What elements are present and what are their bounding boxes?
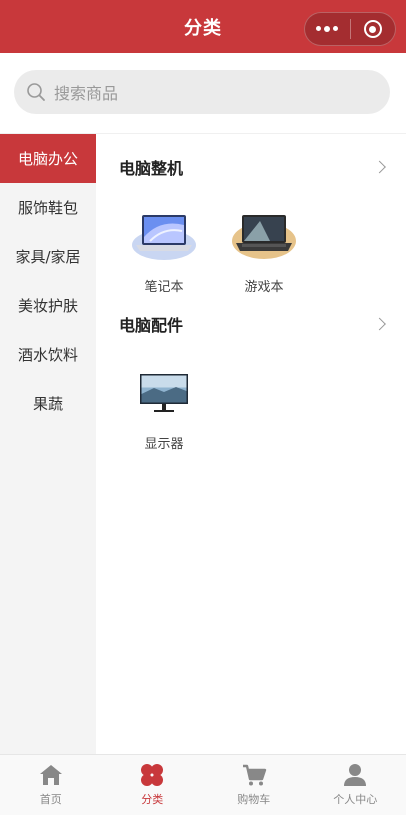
tab-profile[interactable]: 个人中心	[305, 755, 406, 815]
subcategory-laptop[interactable]: 笔记本	[114, 200, 214, 295]
search-area: 搜索商品	[0, 53, 406, 133]
sidebar-item-beauty[interactable]: 美妆护肤	[0, 281, 96, 330]
tab-category[interactable]: 分类	[102, 755, 204, 815]
nav-header: 分类	[0, 0, 406, 53]
section-header[interactable]: 电脑配件	[96, 291, 406, 357]
tab-label: 个人中心	[333, 793, 378, 806]
gaming-laptop-icon	[228, 208, 300, 264]
laptop-icon	[128, 208, 200, 264]
section-computer-complete: 电脑整机 笔记本 游戏本	[96, 134, 406, 295]
tab-home[interactable]: 首页	[0, 755, 102, 815]
tab-cart[interactable]: 购物车	[203, 755, 305, 815]
page-title: 分类	[184, 17, 222, 39]
sidebar-item-fruits-vegetables[interactable]: 果蔬	[0, 379, 96, 428]
tab-label: 分类	[141, 793, 164, 806]
category-sidebar: 电脑办公 服饰鞋包 家具/家居 美妆护肤 酒水饮料 果蔬	[0, 134, 96, 754]
more-button[interactable]	[305, 13, 350, 45]
category-content: 电脑整机 笔记本 游戏本 电脑配件 显示器	[96, 134, 406, 754]
subcategory-monitor[interactable]: 显示器	[114, 357, 214, 452]
subcategory-grid: 笔记本 游戏本	[96, 200, 406, 295]
sidebar-item-drinks[interactable]: 酒水饮料	[0, 330, 96, 379]
user-icon	[344, 764, 367, 786]
sidebar-item-computer-office[interactable]: 电脑办公	[0, 134, 96, 183]
sidebar-item-clothing-bags[interactable]: 服饰鞋包	[0, 183, 96, 232]
sidebar-item-furniture-home[interactable]: 家具/家居	[0, 232, 96, 281]
sidebar-item-label: 果蔬	[32, 395, 63, 413]
sidebar-item-label: 酒水饮料	[17, 346, 78, 364]
subcategory-label: 显示器	[144, 437, 184, 452]
subcategory-grid: 显示器	[96, 357, 406, 452]
bottom-tabbar: 首页 分类 购物车 个人中心	[0, 754, 406, 815]
monitor-icon	[128, 365, 200, 421]
sidebar-item-label: 美妆护肤	[17, 297, 78, 315]
section-header[interactable]: 电脑整机	[96, 134, 406, 200]
close-miniprogram-button[interactable]	[351, 13, 396, 45]
chevron-right-icon	[373, 160, 386, 174]
search-icon	[27, 83, 45, 101]
subcategory-gaming-laptop[interactable]: 游戏本	[214, 200, 314, 295]
sidebar-item-label: 服饰鞋包	[17, 199, 78, 217]
close-target-icon	[363, 20, 382, 38]
search-placeholder: 搜索商品	[54, 84, 119, 103]
home-icon	[39, 765, 62, 785]
section-computer-accessories: 电脑配件 显示器	[96, 291, 406, 452]
search-input[interactable]: 搜索商品	[14, 70, 390, 114]
category-icon	[141, 764, 164, 786]
miniprogram-capsule	[304, 12, 396, 46]
more-dots-icon	[316, 26, 339, 32]
cart-icon	[242, 764, 266, 786]
chevron-right-icon	[373, 317, 386, 331]
app-root: 分类 搜索商品 电脑办公 服饰鞋包 家具/家居 美妆护肤 酒水饮料 果蔬 电脑整…	[0, 0, 406, 815]
sidebar-item-label: 家具/家居	[15, 248, 81, 266]
section-title: 电脑整机	[119, 159, 184, 178]
section-title: 电脑配件	[119, 316, 184, 335]
tab-label: 首页	[39, 793, 62, 806]
sidebar-item-label: 电脑办公	[17, 150, 78, 168]
tab-label: 购物车	[237, 793, 271, 806]
